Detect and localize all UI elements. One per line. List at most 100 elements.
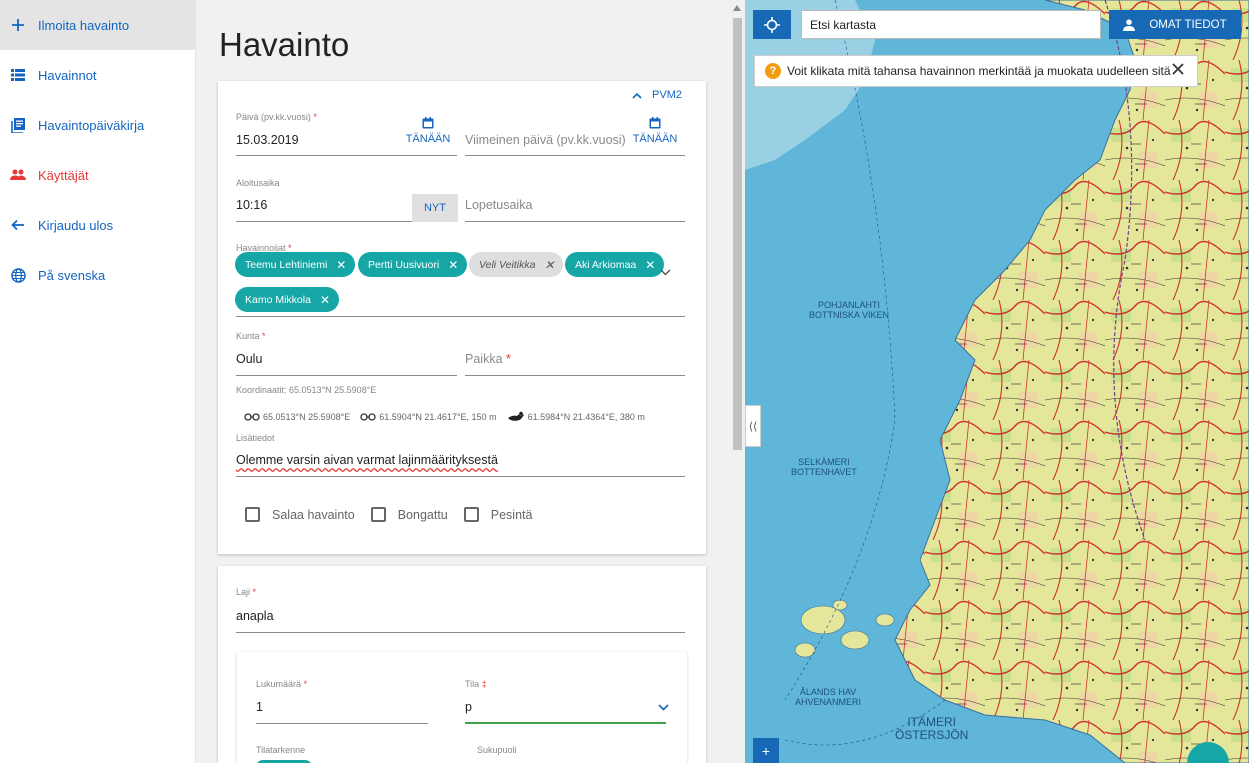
municipality-input[interactable]: Oulu <box>236 352 262 366</box>
place-input[interactable]: Paikka * <box>465 352 511 366</box>
municipality-label: Kunta * <box>236 331 266 341</box>
scroll-up-icon[interactable] <box>733 5 741 11</box>
species-card: Laji * anapla Lukumäärä * 1 Tila ‡ p Til… <box>218 566 706 763</box>
state-underline <box>465 722 666 724</box>
form-area: Havainto PVM2 Päivä (pv.kk.vuosi) * 15.0… <box>197 0 730 763</box>
individual-card: Lukumäärä * 1 Tila ‡ p Tilatarkenne Suku… <box>237 652 687 763</box>
observer-chip-inactive[interactable]: Veli Veitikka ✕ <box>469 252 564 277</box>
notes-input[interactable]: Olemme varsin aivan varmat lajinmäärityk… <box>236 453 498 467</box>
sex-label: Sukupuoli <box>477 745 517 755</box>
calendar-icon <box>422 117 434 129</box>
my-info-button[interactable]: OMAT TIEDOT <box>1109 10 1241 39</box>
coord-entry[interactable]: 61.5904°N 21.4617°E, 150 m <box>360 412 497 422</box>
list-icon <box>8 65 28 85</box>
sidebar-item-logout[interactable]: Kirjaudu ulos <box>0 200 195 250</box>
observer-chip[interactable]: Pertti Uusivuori ✕ <box>358 252 468 277</box>
close-icon[interactable]: ✕ <box>320 293 330 307</box>
sidebar-item-users[interactable]: Käyttäjät <box>0 150 195 200</box>
sidebar-item-observations[interactable]: Havainnot <box>0 50 195 100</box>
state-label: Tila ‡ <box>465 679 487 689</box>
date-observers-card: PVM2 Päivä (pv.kk.vuosi) * 15.03.2019 TÄ… <box>218 81 706 554</box>
option-checkboxes: Salaa havainto Bongattu Pesintä <box>245 507 548 522</box>
map-tip-banner: ? Voit klikata mitä tahansa havainnon me… <box>754 55 1198 87</box>
start-time-label: Aloitusaika <box>236 178 280 188</box>
tip-text: Voit klikata mitä tahansa havainnon merk… <box>787 64 1171 78</box>
close-icon[interactable]: ✕ <box>645 258 655 272</box>
collapse-map-button[interactable]: ⟨⟨ <box>745 405 761 447</box>
start-time-underline <box>236 221 412 222</box>
observer-chip[interactable]: Teemu Lehtiniemi ✕ <box>235 252 356 277</box>
species-input[interactable]: anapla <box>236 609 274 623</box>
map-search-input[interactable] <box>801 10 1101 39</box>
coord-entry[interactable]: 61.5984°N 21.4364°E, 380 m <box>507 411 645 423</box>
map-panel[interactable]: POHJANLAHTI BOTTNISKA VIKEN SELKÄMERI BOTT… <box>745 0 1249 763</box>
last-date-underline <box>465 155 685 156</box>
chevron-down-icon[interactable] <box>658 704 669 711</box>
book-icon <box>8 115 28 135</box>
page-title: Havainto <box>219 26 350 63</box>
nesting-checkbox[interactable] <box>463 507 479 522</box>
plus-icon <box>8 15 28 35</box>
person-icon <box>1123 18 1136 31</box>
end-time-underline <box>465 221 685 222</box>
close-icon[interactable]: ✕ <box>544 258 554 272</box>
date-label: Päivä (pv.kk.vuosi) * <box>236 112 317 122</box>
pvm2-toggle[interactable]: PVM2 <box>632 89 682 101</box>
count-input[interactable]: 1 <box>256 700 263 714</box>
sidebar-item-label: Havaintopäiväkirja <box>38 117 145 133</box>
notes-label: Lisätiedot <box>236 433 275 443</box>
species-label: Laji * <box>236 587 257 597</box>
sea-label-selkameri: SELKÄMERI BOTTENHAVET <box>791 457 857 477</box>
scroll-thumb[interactable] <box>733 18 742 450</box>
state-detail-label: Tilatarkenne <box>256 745 306 755</box>
observer-chip[interactable]: Aki Arkiomaa ✕ <box>565 252 665 277</box>
coord-entry[interactable]: 65.0513°N 25.5908°E <box>244 412 350 422</box>
start-time-input[interactable]: 10:16 <box>236 198 267 212</box>
sidebar-item-report-observation[interactable]: Ilmoita havainto <box>0 0 195 50</box>
species-underline <box>236 632 685 633</box>
sidebar: Ilmoita havainto Havainnot Havaintopäivä… <box>0 0 196 763</box>
map-canvas[interactable] <box>745 0 1249 763</box>
sidebar-item-observation-diary[interactable]: Havaintopäiväkirja <box>0 100 195 150</box>
checkbox-label: Salaa havainto <box>272 507 355 522</box>
hide-observation-checkbox[interactable] <box>245 507 260 522</box>
place-underline <box>465 375 685 376</box>
date-input[interactable]: 15.03.2019 <box>236 133 299 147</box>
sea-label-itameri: ITÄMERI ÖSTERSJÖN <box>895 715 969 743</box>
close-icon[interactable]: ✕ <box>336 258 346 272</box>
close-icon[interactable]: ✕ <box>448 258 458 272</box>
crosshair-icon <box>764 16 780 33</box>
chevron-down-icon[interactable] <box>660 269 671 276</box>
sidebar-item-label: På svenska <box>38 267 106 283</box>
today-button-2[interactable]: TÄNÄÄN <box>625 117 685 145</box>
bongattu-checkbox[interactable] <box>370 507 386 522</box>
sidebar-item-label: Käyttäjät <box>38 167 89 183</box>
coordinates-label: Koordinaatit: 65.0513°N 25.5908°E <box>236 385 377 395</box>
close-icon[interactable] <box>1171 62 1185 76</box>
now-button[interactable]: NYT <box>412 194 458 222</box>
checkbox-label: Bongattu <box>397 507 448 522</box>
count-label: Lukumäärä * <box>256 679 308 689</box>
form-scrollbar[interactable] <box>730 0 745 763</box>
state-select[interactable]: p <box>465 700 472 714</box>
chevron-up-icon <box>632 92 642 99</box>
globe-icon <box>8 265 28 285</box>
sidebar-item-label: Kirjaudu ulos <box>38 217 114 233</box>
checkbox-label: Pesintä <box>490 507 533 522</box>
end-time-input[interactable]: Lopetusaika <box>465 198 532 212</box>
sea-label-gulf-bothnia: POHJANLAHTI BOTTNISKA VIKEN <box>809 300 890 320</box>
sidebar-item-label: Havainnot <box>38 67 97 83</box>
today-button[interactable]: TÄNÄÄN <box>398 117 458 145</box>
sidebar-item-swedish[interactable]: På svenska <box>0 250 195 300</box>
zoom-in-button[interactable]: + <box>753 738 779 763</box>
binoculars-icon <box>244 413 260 421</box>
last-date-input[interactable]: Viimeinen päivä (pv.kk.vuosi) <box>465 133 626 147</box>
coordinate-history: 65.0513°N 25.5908°E 61.5904°N 21.4617°E,… <box>244 411 655 423</box>
municipality-underline <box>236 375 457 376</box>
observer-chip[interactable]: Kamo Mikkola ✕ <box>235 287 340 312</box>
notes-underline <box>236 476 685 477</box>
date-underline <box>236 155 457 156</box>
users-icon <box>8 165 28 185</box>
locate-button[interactable] <box>753 10 791 39</box>
arrow-left-icon <box>8 215 28 235</box>
